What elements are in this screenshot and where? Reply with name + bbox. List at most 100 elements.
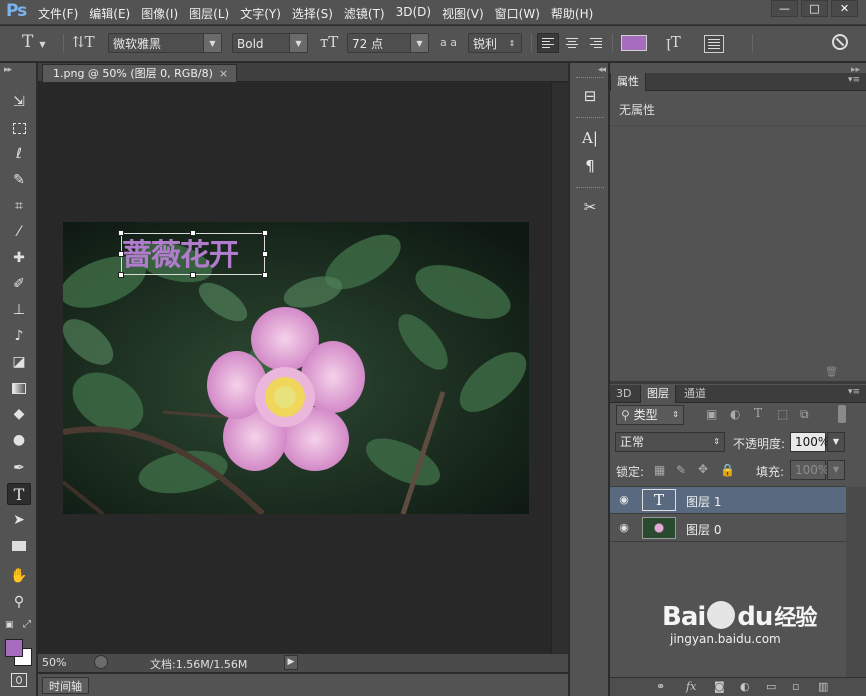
close-tab-icon[interactable]: × bbox=[219, 67, 228, 80]
collapse-arrows-icon[interactable]: ▸▸ bbox=[4, 65, 12, 75]
new-group-icon[interactable]: ▭ bbox=[766, 680, 776, 693]
filter-toggle-switch[interactable] bbox=[838, 405, 846, 423]
eraser-tool-icon[interactable]: ◪ bbox=[7, 351, 31, 373]
align-left-button[interactable] bbox=[537, 33, 559, 53]
text-tool-preset-icon[interactable]: T ▼ bbox=[22, 32, 46, 52]
trash-icon[interactable]: 🗑 bbox=[825, 367, 838, 378]
filter-smart-object-icon[interactable]: ⧉ bbox=[800, 407, 809, 422]
menu-type[interactable]: 文字(Y) bbox=[240, 5, 281, 22]
new-adjustment-icon[interactable]: ◐ bbox=[740, 680, 750, 693]
rectangle-tool-icon[interactable] bbox=[7, 535, 31, 557]
marquee-tool-icon[interactable] bbox=[7, 117, 31, 139]
tab-channels[interactable]: 通道 bbox=[678, 385, 712, 403]
font-style-dropdown[interactable]: Bold ▼ bbox=[232, 33, 308, 53]
anti-alias-dropdown[interactable]: 锐利 ⇕ bbox=[468, 33, 522, 53]
layers-scrollbar[interactable] bbox=[846, 487, 866, 677]
clone-stamp-tool-icon[interactable]: ⊥ bbox=[7, 299, 31, 321]
layer-name[interactable]: 图层 1 bbox=[686, 493, 721, 510]
vertical-scrollbar[interactable] bbox=[551, 83, 568, 653]
filter-type-icon[interactable]: T bbox=[754, 406, 762, 420]
character-styles-icon[interactable]: ⊟ bbox=[578, 85, 602, 107]
menu-file[interactable]: 文件(F) bbox=[38, 5, 78, 22]
font-family-dropdown[interactable]: 微软雅黑 ▼ bbox=[108, 33, 222, 53]
visibility-eye-icon[interactable]: ◉ bbox=[616, 493, 632, 507]
foreground-color-swatch[interactable] bbox=[5, 639, 23, 657]
transform-handle[interactable] bbox=[262, 251, 268, 257]
transform-handle[interactable] bbox=[118, 230, 124, 236]
panel-grip[interactable] bbox=[576, 117, 604, 120]
layer-filter-dropdown[interactable]: ⚲ 类型 ⇕ bbox=[616, 405, 684, 425]
layer-row-text[interactable]: ◉ T 图层 1 bbox=[610, 487, 846, 514]
warp-text-icon[interactable]: ꞁT bbox=[666, 32, 681, 52]
dodge-tool-icon[interactable]: ● bbox=[7, 429, 31, 451]
type-tool-icon[interactable]: T bbox=[7, 483, 31, 505]
layer-row-image[interactable]: ◉ 图层 0 bbox=[610, 515, 846, 542]
status-menu-arrow-icon[interactable]: ▶ bbox=[284, 655, 298, 670]
opacity-input[interactable]: 100% bbox=[790, 432, 829, 452]
align-right-button[interactable] bbox=[585, 33, 607, 53]
menu-select[interactable]: 选择(S) bbox=[292, 5, 333, 22]
lock-image-icon[interactable]: ✎ bbox=[676, 463, 686, 477]
text-color-swatch[interactable] bbox=[621, 35, 647, 51]
panel-menu-icon[interactable]: ▾≡ bbox=[848, 75, 860, 85]
fill-input[interactable]: 100% bbox=[790, 460, 829, 480]
eyedropper-tool-icon[interactable]: ⁄ bbox=[7, 221, 31, 243]
lock-position-icon[interactable]: ✥ bbox=[698, 462, 708, 476]
zoom-tool-icon[interactable]: ⚲ bbox=[7, 591, 31, 613]
default-colors-icon[interactable]: ▣ bbox=[5, 620, 14, 630]
visibility-eye-icon[interactable]: ◉ bbox=[616, 521, 632, 535]
transform-handle[interactable] bbox=[262, 230, 268, 236]
panel-grip[interactable] bbox=[576, 187, 604, 190]
cancel-icon[interactable] bbox=[832, 34, 848, 50]
menu-edit[interactable]: 编辑(E) bbox=[89, 5, 130, 22]
healing-brush-tool-icon[interactable]: ✚ bbox=[7, 247, 31, 269]
character-panel-icon[interactable]: A| bbox=[578, 127, 602, 149]
filter-adjustment-icon[interactable]: ◐ bbox=[730, 407, 740, 421]
filter-shape-icon[interactable]: ⬚ bbox=[777, 407, 788, 421]
transform-handle[interactable] bbox=[118, 272, 124, 278]
swap-colors-icon[interactable]: ⤢ bbox=[23, 619, 31, 630]
tab-properties[interactable]: 属性 bbox=[610, 73, 646, 91]
blur-tool-icon[interactable]: ◆ bbox=[7, 403, 31, 425]
blend-mode-dropdown[interactable]: 正常 ⇕ bbox=[615, 432, 725, 452]
crop-tool-icon[interactable]: ⌗ bbox=[7, 195, 31, 217]
timeline-tab-label[interactable]: 时间轴 bbox=[42, 677, 89, 694]
hand-tool-icon[interactable]: ✋ bbox=[7, 565, 31, 587]
menu-window[interactable]: 窗口(W) bbox=[495, 5, 540, 22]
filter-pixel-icon[interactable]: ▣ bbox=[706, 407, 717, 421]
collapse-arrows-icon[interactable]: ▸▸ bbox=[610, 65, 860, 75]
text-bounding-box[interactable] bbox=[121, 233, 265, 275]
panel-grip[interactable] bbox=[576, 77, 604, 80]
transform-handle[interactable] bbox=[118, 251, 124, 257]
character-panel-toggle-icon[interactable] bbox=[704, 35, 724, 53]
menu-layer[interactable]: 图层(L) bbox=[189, 5, 229, 22]
lock-all-icon[interactable]: 🔒 bbox=[720, 463, 735, 477]
zoom-level[interactable]: 50% bbox=[42, 656, 66, 669]
path-selection-tool-icon[interactable]: ➤ bbox=[7, 509, 31, 531]
align-center-button[interactable] bbox=[561, 33, 583, 53]
history-brush-tool-icon[interactable]: ♪ bbox=[7, 325, 31, 347]
transform-handle[interactable] bbox=[190, 230, 196, 236]
layer-name[interactable]: 图层 0 bbox=[686, 521, 721, 538]
lock-transparent-icon[interactable]: ▦ bbox=[654, 463, 665, 477]
share-icon[interactable] bbox=[94, 655, 108, 669]
lasso-tool-icon[interactable]: ℓ bbox=[7, 143, 31, 165]
fx-icon[interactable]: fx bbox=[686, 680, 696, 693]
font-size-dropdown[interactable]: 72 点 ▼ bbox=[347, 33, 429, 53]
minimize-button[interactable]: — bbox=[771, 0, 798, 17]
quick-selection-tool-icon[interactable]: ✎ bbox=[7, 169, 31, 191]
add-mask-icon[interactable]: ◙ bbox=[714, 680, 725, 693]
tool-presets-icon[interactable]: ✂ bbox=[578, 196, 602, 218]
menu-image[interactable]: 图像(I) bbox=[141, 5, 178, 22]
delete-layer-icon[interactable]: ▥ bbox=[818, 680, 828, 693]
gradient-tool-icon[interactable] bbox=[7, 377, 31, 399]
move-tool-icon[interactable]: ⇲ bbox=[7, 91, 31, 113]
paragraph-panel-icon[interactable]: ¶ bbox=[578, 155, 602, 177]
fill-dropdown-button[interactable]: ▼ bbox=[827, 460, 845, 480]
menu-filter[interactable]: 滤镜(T) bbox=[344, 5, 385, 22]
new-layer-icon[interactable]: ▫ bbox=[792, 680, 799, 693]
document-tab[interactable]: 1.png @ 50% (图层 0, RGB/8) × bbox=[42, 64, 238, 82]
collapse-arrows-icon[interactable]: ◂◂ bbox=[598, 65, 606, 75]
close-button[interactable]: ✕ bbox=[831, 0, 858, 17]
link-layers-icon[interactable]: ⚭ bbox=[656, 680, 665, 693]
